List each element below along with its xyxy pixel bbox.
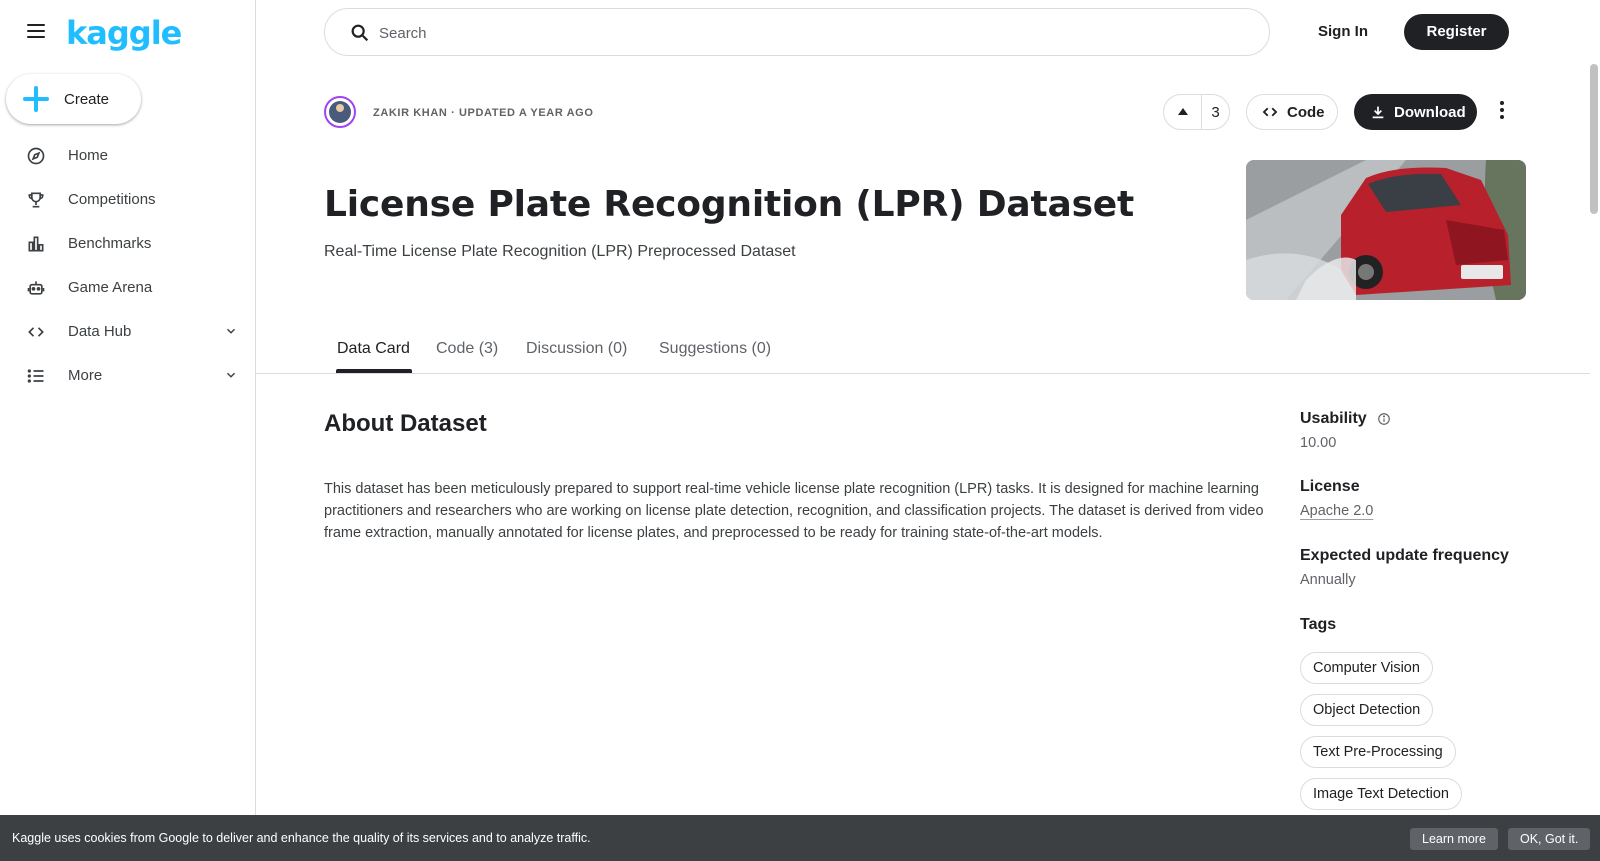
license-label: License	[1300, 478, 1360, 495]
search-icon	[351, 24, 369, 42]
list-icon	[27, 369, 44, 383]
tab-data-card[interactable]: Data Card	[337, 340, 410, 358]
tag-chip[interactable]: Text Pre-Processing	[1300, 736, 1456, 768]
chevron-down-icon[interactable]	[224, 324, 238, 338]
tab-bar: Data Card Code (3) Discussion (0) Sugges…	[256, 330, 1590, 374]
update-frequency-label: Expected update frequency	[1300, 547, 1509, 564]
download-button-label: Download	[1394, 103, 1466, 121]
trophy-icon	[28, 192, 44, 208]
update-frequency-value: Annually	[1300, 572, 1356, 588]
info-icon[interactable]	[1377, 412, 1391, 426]
compass-icon	[27, 147, 45, 165]
code-button-label: Code	[1287, 103, 1325, 121]
cookie-message: Kaggle uses cookies from Google to deliv…	[12, 831, 591, 845]
sidebar-item-competitions[interactable]: Competitions	[0, 178, 256, 222]
tab-suggestions[interactable]: Suggestions (0)	[659, 340, 771, 358]
sidebar-item-benchmarks[interactable]: Benchmarks	[0, 222, 256, 266]
tab-discussion[interactable]: Discussion (0)	[526, 340, 627, 358]
dataset-title: License Plate Recognition (LPR) Dataset	[324, 184, 1135, 225]
avatar-head	[336, 104, 344, 112]
sidebar: kaggle Create Home Competitions Benchmar…	[0, 0, 256, 861]
usability-value: 10.00	[1300, 435, 1337, 451]
dataset-description: This dataset has been meticulously prepa…	[324, 481, 1264, 541]
upvote-button[interactable]	[1164, 95, 1202, 129]
cookie-ok-button[interactable]: OK, Got it.	[1508, 828, 1591, 850]
search-bar[interactable]	[324, 8, 1270, 56]
license-link[interactable]: Apache 2.0	[1300, 503, 1373, 519]
usability-label: Usability	[1300, 410, 1367, 427]
sidebar-item-game-arena[interactable]: Game Arena	[0, 266, 256, 310]
download-icon	[1372, 106, 1384, 119]
tag-chip[interactable]: Object Detection	[1300, 694, 1434, 726]
tags-label: Tags	[1300, 616, 1337, 633]
cookie-banner: Kaggle uses cookies from Google to deliv…	[0, 815, 1600, 861]
license-value: Apache 2.0	[1300, 503, 1373, 519]
tab-code[interactable]: Code (3)	[436, 340, 498, 358]
sidebar-item-home[interactable]: Home	[0, 134, 256, 178]
sidebar-header: kaggle	[0, 0, 256, 64]
code-button[interactable]: Code	[1246, 94, 1338, 130]
create-button[interactable]: Create	[6, 74, 141, 124]
bar-chart-icon	[28, 236, 44, 252]
learn-more-button[interactable]: Learn more	[1410, 828, 1498, 850]
code-brackets-icon	[28, 327, 44, 337]
sign-in-button[interactable]: Sign In	[1304, 16, 1382, 48]
plus-icon	[22, 85, 50, 113]
robot-icon	[27, 281, 45, 295]
sidebar-item-label: Data Hub	[68, 323, 132, 340]
author-avatar[interactable]	[324, 96, 356, 128]
sidebar-item-data-hub[interactable]: Data Hub	[0, 310, 256, 354]
upvote-widget: 3	[1163, 94, 1230, 130]
sidebar-item-label: More	[68, 367, 103, 384]
about-heading: About Dataset	[324, 410, 487, 437]
vote-count: 3	[1211, 103, 1220, 121]
chevron-down-icon[interactable]	[224, 368, 238, 382]
dataset-subtitle: Real-Time License Plate Recognition (LPR…	[324, 243, 796, 260]
more-options-icon[interactable]	[1490, 98, 1514, 126]
car-image	[1246, 160, 1526, 300]
sidebar-item-label: Benchmarks	[68, 235, 152, 252]
search-input[interactable]	[379, 21, 1239, 45]
code-brackets-icon	[1262, 107, 1278, 117]
create-label: Create	[64, 90, 110, 108]
author-line: ZAKIR KHAN · UPDATED A YEAR AGO	[373, 107, 594, 119]
sidebar-item-label: Home	[68, 147, 109, 164]
dataset-thumbnail	[1246, 160, 1526, 300]
menu-icon[interactable]	[24, 20, 48, 44]
active-tab-indicator	[336, 369, 412, 373]
tag-chip[interactable]: Computer Vision	[1300, 652, 1433, 684]
page-scrollbar[interactable]	[1590, 64, 1598, 214]
sidebar-item-label: Competitions	[68, 191, 156, 208]
sidebar-item-more[interactable]: More	[0, 354, 256, 398]
kaggle-logo[interactable]: kaggle	[66, 14, 182, 52]
tag-chip[interactable]: Image Text Detection	[1300, 778, 1462, 810]
download-button[interactable]: Download	[1354, 94, 1477, 130]
register-button[interactable]: Register	[1404, 14, 1509, 50]
sidebar-item-label: Game Arena	[68, 279, 153, 296]
